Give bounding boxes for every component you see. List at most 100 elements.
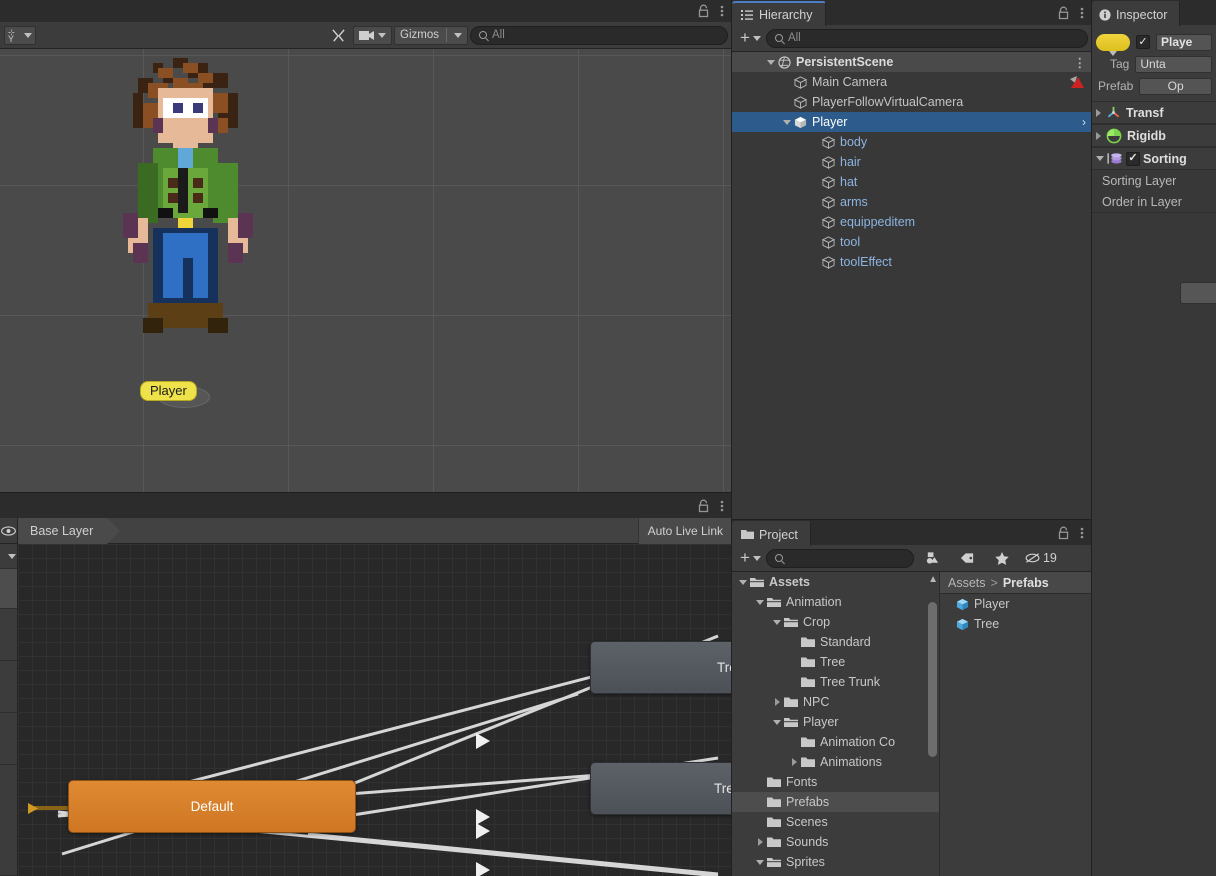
project-folder-sounds[interactable]: Sounds	[732, 832, 939, 852]
hierarchy-row-arms[interactable]: arms	[732, 192, 1092, 212]
favorites-button[interactable]	[986, 549, 1018, 568]
project-folder-animation[interactable]: Animation	[732, 592, 939, 612]
disclosure-expanded-icon[interactable]	[753, 859, 767, 865]
filter-by-type-button[interactable]	[916, 549, 949, 568]
scene-search-input[interactable]: All	[470, 25, 728, 45]
disclosure-collapsed-icon[interactable]	[770, 698, 784, 706]
lock-icon[interactable]	[697, 4, 710, 18]
tab-inspector[interactable]: Inspector	[1092, 1, 1181, 26]
lock-icon[interactable]	[1057, 6, 1070, 20]
pivot-rotation-button[interactable]: ⊹ Y	[4, 25, 36, 45]
hidden-packages-button[interactable]: 19	[1020, 549, 1062, 568]
project-folder-assets[interactable]: Assets	[732, 572, 939, 592]
hierarchy-row-equippeditem[interactable]: equippeditem	[732, 212, 1092, 232]
hierarchy-row-body[interactable]: body	[732, 132, 1092, 152]
disclosure-expanded-icon[interactable]	[736, 579, 750, 585]
parameter-row[interactable]	[0, 569, 17, 609]
breadcrumb-current: Prefabs	[1002, 575, 1049, 590]
scroll-up-icon[interactable]: ▲	[928, 574, 938, 585]
chevron-down-icon[interactable]	[1096, 156, 1104, 161]
project-folder-sprites[interactable]: Sprites	[732, 852, 939, 872]
base-layer-crumb[interactable]: Base Layer	[18, 517, 121, 544]
asset-item-player[interactable]: Player	[940, 594, 1092, 614]
lock-icon[interactable]	[697, 499, 710, 513]
project-add-button[interactable]: +	[736, 549, 764, 568]
tag-dropdown[interactable]: Unta	[1135, 55, 1212, 73]
auto-live-link-button[interactable]: Auto Live Link	[637, 517, 732, 544]
project-folder-fonts[interactable]: Fonts	[732, 772, 939, 792]
scene-viewport[interactable]: Player	[0, 49, 732, 493]
gameobject-name-field[interactable]: Playe	[1156, 33, 1212, 51]
hierarchy-row-main-camera[interactable]: Main Camera	[732, 72, 1092, 92]
hierarchy-row-hat[interactable]: hat	[732, 172, 1092, 192]
animator-state-graph[interactable]: Default TreeFal TreeFall TreeWo	[18, 544, 732, 876]
tab-hierarchy[interactable]: Hierarchy	[732, 1, 826, 26]
project-folder-prefabs[interactable]: Prefabs	[732, 792, 939, 812]
hierarchy-menu-icon[interactable]	[1080, 6, 1084, 20]
project-folder-scenes[interactable]: Scenes	[732, 812, 939, 832]
disclosure-collapsed-icon[interactable]	[753, 838, 767, 846]
component-header-sorting-group[interactable]: ✓ Sorting	[1092, 147, 1216, 170]
animator-state-default[interactable]: Default	[68, 780, 356, 833]
breadcrumb-root[interactable]: Assets	[948, 576, 986, 590]
chevron-right-icon[interactable]	[1096, 108, 1101, 117]
hierarchy-row-tooleffect[interactable]: toolEffect	[732, 252, 1092, 272]
project-folder-tree[interactable]: Tree	[732, 652, 939, 672]
disclosure-expanded-icon[interactable]	[770, 619, 784, 625]
project-search-input[interactable]	[765, 548, 914, 568]
panel-separator-vertical-1[interactable]	[731, 0, 732, 876]
open-prefab-chevron-icon[interactable]: ›	[1082, 115, 1086, 129]
panel-separator-horizontal-2[interactable]	[732, 519, 1092, 520]
gameobject-enabled-checkbox[interactable]: ✓	[1136, 35, 1150, 49]
prefab-open-button[interactable]: Op	[1139, 77, 1212, 95]
project-folder-player[interactable]: Player	[732, 712, 939, 732]
scene-camera-button[interactable]	[353, 25, 393, 45]
layer-visibility-toggle[interactable]	[0, 518, 17, 544]
asset-item-tree[interactable]: Tree	[940, 614, 1092, 634]
disclosure-expanded-icon[interactable]	[780, 119, 794, 125]
project-tree-scrollbar[interactable]	[928, 602, 937, 757]
tab-project[interactable]: Project	[732, 521, 811, 546]
filter-by-label-button[interactable]	[951, 549, 984, 568]
sorting-group-enabled-checkbox[interactable]: ✓	[1126, 151, 1140, 166]
hierarchy-row-playerfollowvirtualcamera[interactable]: PlayerFollowVirtualCamera	[732, 92, 1092, 112]
hierarchy-row-hair[interactable]: hair	[732, 152, 1092, 172]
component-header-transform[interactable]: Transf	[1092, 101, 1216, 124]
component-header-rigidbody[interactable]: Rigidb	[1092, 124, 1216, 147]
scene-context-menu-icon[interactable]: ⋮	[1074, 55, 1087, 70]
scene-menu-icon[interactable]	[720, 4, 724, 18]
parameter-row[interactable]	[0, 713, 17, 765]
animator-menu-icon[interactable]	[720, 499, 724, 513]
hierarchy-add-button[interactable]: +	[736, 29, 764, 48]
add-component-button[interactable]	[1180, 282, 1216, 304]
hierarchy-search-input[interactable]: All	[765, 28, 1088, 48]
disclosure-expanded-icon[interactable]	[770, 719, 784, 725]
parameter-row[interactable]	[0, 661, 17, 713]
parameter-row[interactable]	[0, 544, 17, 569]
icon-dropdown-caret-icon[interactable]	[1109, 50, 1117, 56]
hierarchy-row-tool[interactable]: tool	[732, 232, 1092, 252]
hierarchy-row-player[interactable]: Player ›	[732, 112, 1092, 132]
panel-separator-vertical-2[interactable]	[1091, 0, 1092, 876]
chevron-right-icon[interactable]	[1096, 131, 1101, 140]
parameter-row[interactable]	[0, 609, 17, 661]
disclosure-expanded-icon[interactable]	[764, 59, 778, 65]
panel-separator-horizontal-1[interactable]	[0, 492, 732, 493]
disclosure-expanded-icon[interactable]	[753, 599, 767, 605]
hierarchy-row-persistentscene[interactable]: PersistentScene ⋮	[732, 52, 1092, 72]
project-folder-standard[interactable]: Standard	[732, 632, 939, 652]
gizmos-button[interactable]: Gizmos	[394, 25, 468, 45]
project-folder-npc[interactable]: NPC	[732, 692, 939, 712]
project-folder-crop[interactable]: Crop	[732, 612, 939, 632]
animator-state-treefall-b[interactable]: TreeFall	[590, 762, 732, 815]
project-folder-animations[interactable]: Animations	[732, 752, 939, 772]
disclosure-collapsed-icon[interactable]	[787, 758, 801, 766]
player-sprite[interactable]	[108, 53, 268, 406]
scene-effects-button[interactable]	[326, 26, 351, 45]
animator-state-treefall-a[interactable]: TreeFal	[590, 641, 732, 694]
lock-icon[interactable]	[1057, 526, 1070, 540]
project-folder-animation-co[interactable]: Animation Co	[732, 732, 939, 752]
project-folder-tree-trunk[interactable]: Tree Trunk	[732, 672, 939, 692]
parameter-row[interactable]	[0, 765, 17, 876]
project-menu-icon[interactable]	[1080, 526, 1084, 540]
